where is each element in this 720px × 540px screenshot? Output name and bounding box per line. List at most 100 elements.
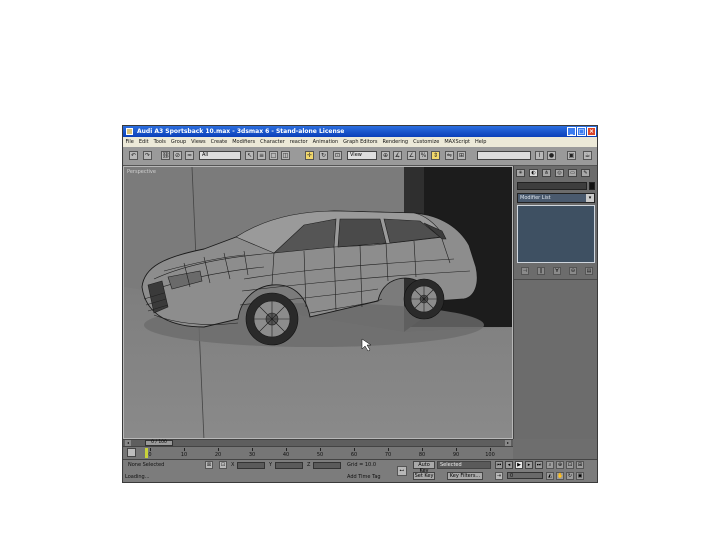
- zoom-extents-icon[interactable]: ⊡: [566, 461, 574, 469]
- menu-customize[interactable]: Customize: [411, 137, 442, 147]
- utilities-tab-icon[interactable]: ✎: [581, 169, 590, 177]
- track-bar[interactable]: 0 10 20 30 40 50 60 70 80 90 100: [123, 446, 513, 459]
- selection-filter-dropdown[interactable]: All: [199, 151, 241, 160]
- hierarchy-tab-icon[interactable]: ⋔: [542, 169, 551, 177]
- unlink-icon[interactable]: ⊘: [173, 151, 182, 160]
- percent-snap-icon[interactable]: %: [419, 151, 428, 160]
- auto-key-button[interactable]: Auto Key: [413, 461, 435, 474]
- named-selection-sets-dropdown[interactable]: [477, 151, 531, 160]
- current-frame-field[interactable]: 0: [507, 472, 543, 479]
- modifier-stack-view[interactable]: [517, 205, 595, 263]
- move-icon[interactable]: ✛: [305, 151, 314, 160]
- snap-icon[interactable]: ∡: [393, 151, 402, 160]
- maximize-viewport-icon[interactable]: ▣: [576, 472, 584, 480]
- zoom-icon[interactable]: ⌕: [546, 461, 554, 469]
- menu-edit[interactable]: Edit: [136, 137, 151, 147]
- object-name-field[interactable]: [517, 182, 587, 190]
- menu-file[interactable]: File: [123, 137, 136, 147]
- redo-icon[interactable]: ↷: [143, 151, 152, 160]
- minimize-button[interactable]: _: [567, 127, 576, 136]
- motion-tab-icon[interactable]: ◎: [555, 169, 564, 177]
- scale-icon[interactable]: ⊡: [333, 151, 342, 160]
- rotate-icon[interactable]: ↻: [319, 151, 328, 160]
- play-icon[interactable]: ▶: [515, 461, 523, 469]
- rectangle-selection-icon[interactable]: □: [269, 151, 278, 160]
- zoom-all-icon[interactable]: ⊕: [556, 461, 564, 469]
- x-coordinate-field[interactable]: [237, 462, 265, 469]
- menu-help[interactable]: Help: [472, 137, 488, 147]
- arc-rotate-icon[interactable]: ↻: [566, 472, 574, 480]
- mirror-icon[interactable]: ⇋: [445, 151, 454, 160]
- y-coordinate-field[interactable]: [275, 462, 303, 469]
- window-crossing-icon[interactable]: ◫: [281, 151, 290, 160]
- key-selection-dropdown[interactable]: Selected: [437, 461, 491, 469]
- curve-editor-icon[interactable]: ⌇: [535, 151, 544, 160]
- bind-space-warp-icon[interactable]: ≈: [185, 151, 194, 160]
- material-editor-icon[interactable]: ●: [547, 151, 556, 160]
- display-tab-icon[interactable]: ▭: [568, 169, 577, 177]
- key-mode-icon[interactable]: ⊷: [397, 466, 407, 476]
- undo-icon[interactable]: ↶: [129, 151, 138, 160]
- configure-modifier-sets-icon[interactable]: ▤: [585, 267, 593, 275]
- selection-status-text: None Selected: [128, 462, 165, 468]
- align-icon[interactable]: ⊞: [457, 151, 466, 160]
- menu-tools[interactable]: Tools: [151, 137, 168, 147]
- menu-maxscript[interactable]: MAXScript: [442, 137, 473, 147]
- next-frame-icon[interactable]: ▸: [525, 461, 533, 469]
- menu-character[interactable]: Character: [258, 137, 288, 147]
- create-tab-icon[interactable]: ✳: [516, 169, 525, 177]
- modifier-list-dropdown[interactable]: Modifier List ▾: [517, 193, 595, 203]
- menu-create[interactable]: Create: [208, 137, 230, 147]
- z-coordinate-field[interactable]: [313, 462, 341, 469]
- viewport-scene: [124, 167, 512, 438]
- menu-group[interactable]: Group: [168, 137, 188, 147]
- modify-tab-icon[interactable]: ◐: [529, 169, 538, 177]
- pivot-icon[interactable]: ⊕: [381, 151, 390, 160]
- spinner-snap-icon[interactable]: ⇕: [431, 151, 440, 160]
- link-icon[interactable]: ⛓: [161, 151, 170, 160]
- pan-icon[interactable]: ✋: [556, 472, 564, 480]
- set-key-button[interactable]: Set Key: [413, 472, 435, 480]
- menu-views[interactable]: Views: [189, 137, 208, 147]
- select-object-icon[interactable]: ↖: [245, 151, 254, 160]
- menu-graph-editors[interactable]: Graph Editors: [341, 137, 380, 147]
- track-tick: [422, 448, 423, 451]
- track-view-icon[interactable]: [127, 448, 136, 457]
- perspective-viewport[interactable]: Perspective: [123, 166, 513, 439]
- previous-frame-icon[interactable]: ◂: [505, 461, 513, 469]
- go-to-start-icon[interactable]: ⏮: [495, 461, 503, 469]
- key-filters-button[interactable]: Key Filters...: [447, 472, 483, 480]
- quick-render-icon[interactable]: ☕: [583, 151, 592, 160]
- reference-coordinate-dropdown[interactable]: View: [347, 151, 377, 160]
- add-time-tag-button[interactable]: Add Time Tag: [347, 474, 381, 480]
- transform-type-in-icon[interactable]: ⊡: [219, 461, 227, 469]
- viewport-label[interactable]: Perspective: [127, 169, 156, 175]
- panel-divider: [514, 279, 597, 280]
- chevron-down-icon: ▾: [586, 194, 594, 202]
- track-tick-label: 100: [485, 452, 495, 458]
- zoom-extents-all-icon[interactable]: ⊞: [576, 461, 584, 469]
- object-color-swatch[interactable]: [589, 182, 595, 190]
- make-unique-icon[interactable]: ∀: [553, 267, 561, 275]
- modifier-stack-buttons: ⊣ ‖ ∀ ⊖ ▤: [517, 267, 595, 276]
- show-end-result-icon[interactable]: ‖: [537, 267, 545, 275]
- select-by-name-icon[interactable]: ≡: [257, 151, 266, 160]
- track-tick-label: 0: [148, 452, 152, 458]
- remove-modifier-icon[interactable]: ⊖: [569, 267, 577, 275]
- menu-animation[interactable]: Animation: [310, 137, 341, 147]
- angle-snap-icon[interactable]: ∠: [407, 151, 416, 160]
- close-button[interactable]: ×: [587, 127, 596, 136]
- lock-selection-icon[interactable]: ⊠: [205, 461, 213, 469]
- menu-modifiers[interactable]: Modifiers: [230, 137, 258, 147]
- field-of-view-icon[interactable]: ◭: [546, 472, 554, 480]
- maximize-button[interactable]: □: [577, 127, 586, 136]
- menu-rendering[interactable]: Rendering: [380, 137, 411, 147]
- render-scene-icon[interactable]: ▣: [567, 151, 576, 160]
- time-slider[interactable]: ◂ 0 / 100 ▸: [123, 439, 513, 446]
- z-label: Z: [307, 462, 311, 468]
- command-panel-tabs: ✳ ◐ ⋔ ◎ ▭ ✎: [516, 169, 594, 177]
- menu-reactor[interactable]: reactor: [287, 137, 310, 147]
- go-to-end-icon[interactable]: ⏭: [535, 461, 543, 469]
- pin-stack-icon[interactable]: ⊣: [521, 267, 529, 275]
- key-mode-toggle-icon[interactable]: ⇥: [495, 472, 503, 480]
